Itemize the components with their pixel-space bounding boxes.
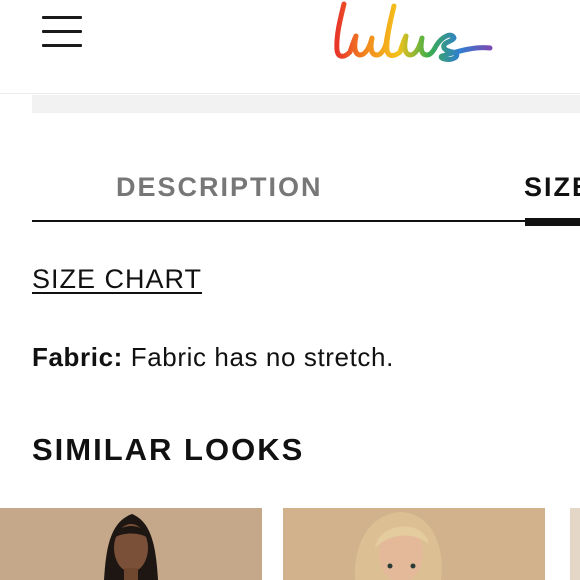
site-header (0, 0, 580, 94)
lulus-logo[interactable] (330, 0, 495, 68)
menu-bar-middle (42, 30, 82, 33)
fabric-label: Fabric: (32, 342, 123, 372)
partial-product-photo (566, 508, 580, 580)
similar-look-card[interactable] (566, 508, 580, 580)
hamburger-menu-icon[interactable] (42, 16, 82, 48)
menu-bar-top (42, 16, 82, 19)
model-blonde-hair-photo (283, 508, 545, 580)
product-info-strip (32, 95, 580, 113)
active-tab-indicator (525, 218, 580, 226)
tab-description[interactable]: DESCRIPTION (116, 172, 323, 203)
model-dark-hair-photo (0, 508, 262, 580)
similar-looks-carousel (0, 508, 580, 580)
size-chart-link[interactable]: SIZE CHART (32, 264, 202, 295)
menu-bar-bottom (42, 44, 82, 47)
similar-look-card[interactable] (0, 508, 262, 580)
tabs-divider (32, 220, 580, 222)
fabric-info: Fabric: Fabric has no stretch. (32, 342, 394, 373)
fabric-value: Fabric has no stretch. (130, 342, 394, 372)
product-tabs: DESCRIPTION SIZE (32, 160, 580, 230)
similar-look-card[interactable] (283, 508, 545, 580)
similar-looks-heading: SIMILAR LOOKS (32, 432, 305, 467)
tab-size[interactable]: SIZE (524, 172, 580, 203)
